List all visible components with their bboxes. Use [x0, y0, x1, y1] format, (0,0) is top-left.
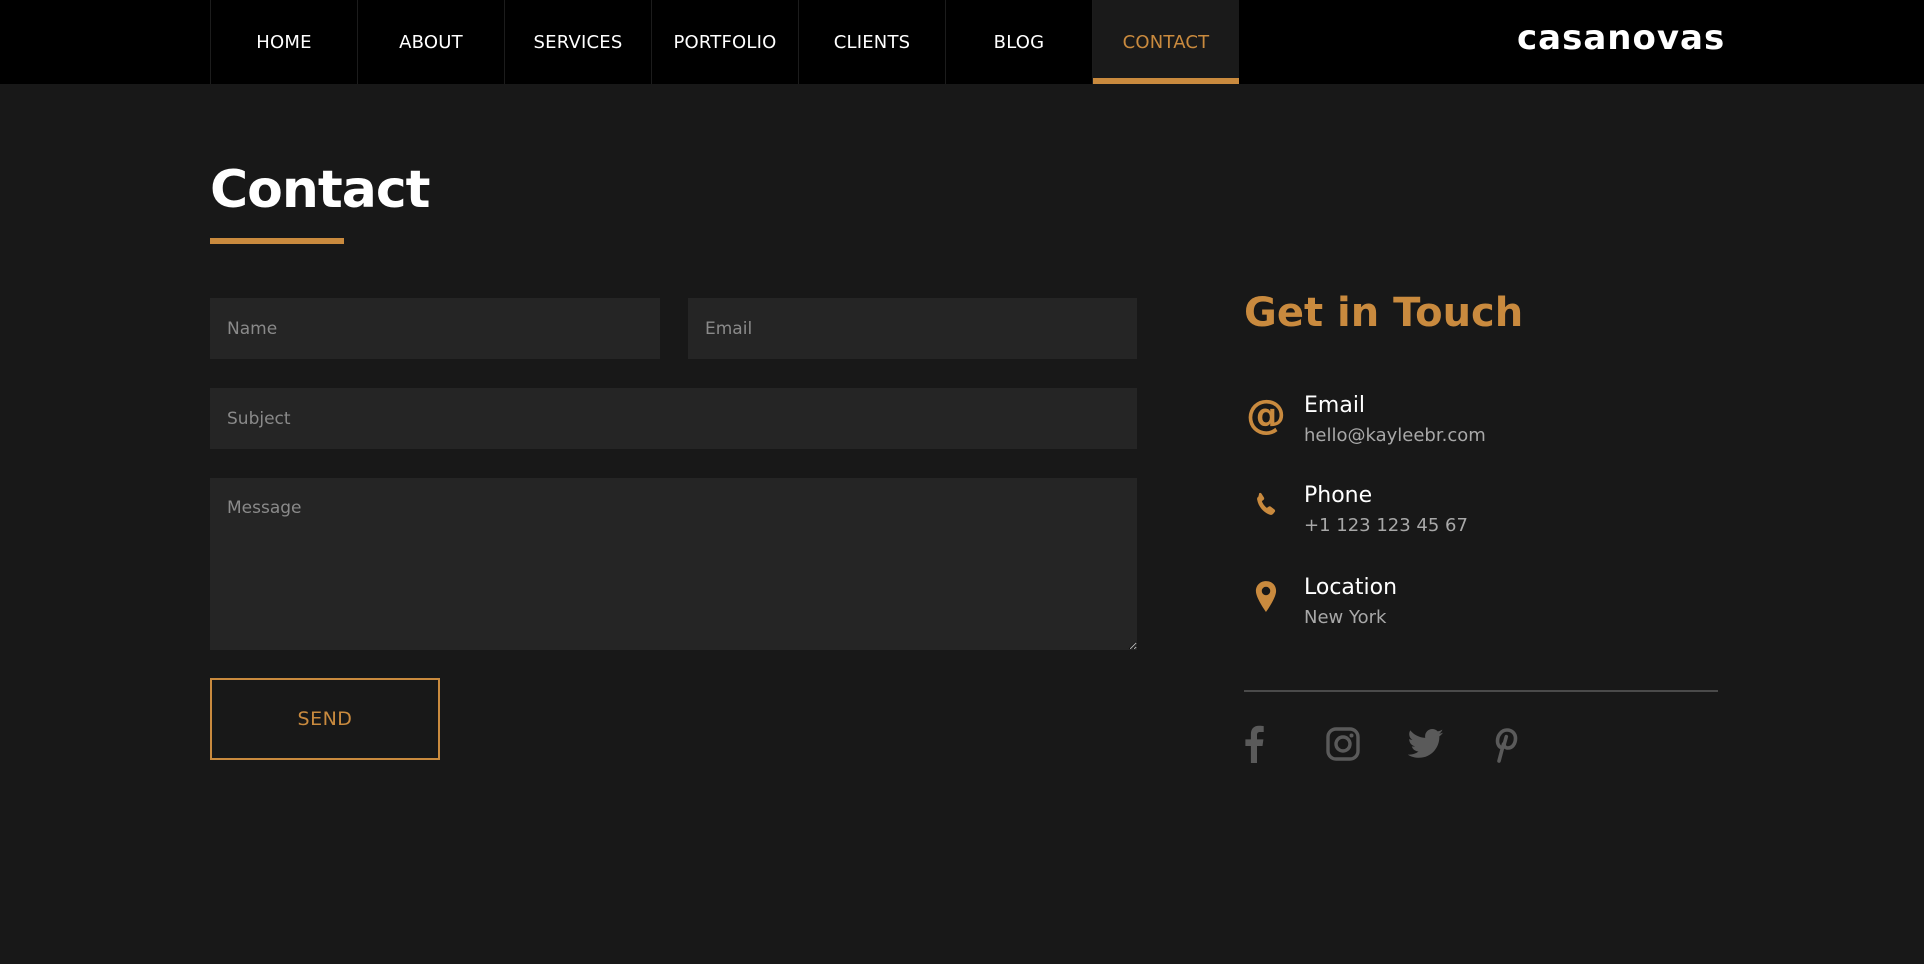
nav-menu: HOME ABOUT SERVICES PORTFOLIO CLIENTS BL…	[210, 0, 1239, 84]
email-value[interactable]: hello@kayleebr.com	[1304, 425, 1486, 446]
email-field[interactable]	[688, 298, 1137, 359]
site-logo[interactable]: casanovas	[1517, 18, 1725, 58]
at-sign-icon: @	[1246, 392, 1286, 438]
nav-item-about[interactable]: ABOUT	[357, 0, 504, 84]
title-underline	[210, 238, 344, 244]
social-links	[1244, 722, 1572, 766]
phone-label: Phone	[1304, 483, 1373, 508]
page-title: Contact	[210, 160, 431, 220]
nav-item-blog[interactable]: BLOG	[945, 0, 1092, 84]
twitter-icon[interactable]	[1408, 722, 1490, 766]
message-field[interactable]	[210, 478, 1137, 650]
name-field[interactable]	[210, 298, 660, 359]
nav-item-clients[interactable]: CLIENTS	[798, 0, 945, 84]
map-pin-icon	[1244, 575, 1288, 619]
divider	[1244, 690, 1718, 692]
nav-item-home[interactable]: HOME	[210, 0, 357, 84]
location-label: Location	[1304, 575, 1398, 600]
nav-item-portfolio[interactable]: PORTFOLIO	[651, 0, 798, 84]
nav-item-services[interactable]: SERVICES	[504, 0, 651, 84]
phone-icon	[1244, 483, 1288, 527]
phone-value[interactable]: +1 123 123 45 67	[1304, 515, 1468, 536]
location-value: New York	[1304, 607, 1387, 628]
top-navigation: HOME ABOUT SERVICES PORTFOLIO CLIENTS BL…	[0, 0, 1924, 84]
subject-field[interactable]	[210, 388, 1137, 449]
pinterest-icon[interactable]	[1490, 722, 1572, 766]
get-in-touch-heading: Get in Touch	[1244, 290, 1524, 336]
email-label: Email	[1304, 393, 1366, 418]
facebook-icon[interactable]	[1244, 722, 1326, 766]
instagram-icon[interactable]	[1326, 722, 1408, 766]
send-button[interactable]: SEND	[210, 678, 440, 760]
nav-item-contact[interactable]: CONTACT	[1092, 0, 1239, 84]
